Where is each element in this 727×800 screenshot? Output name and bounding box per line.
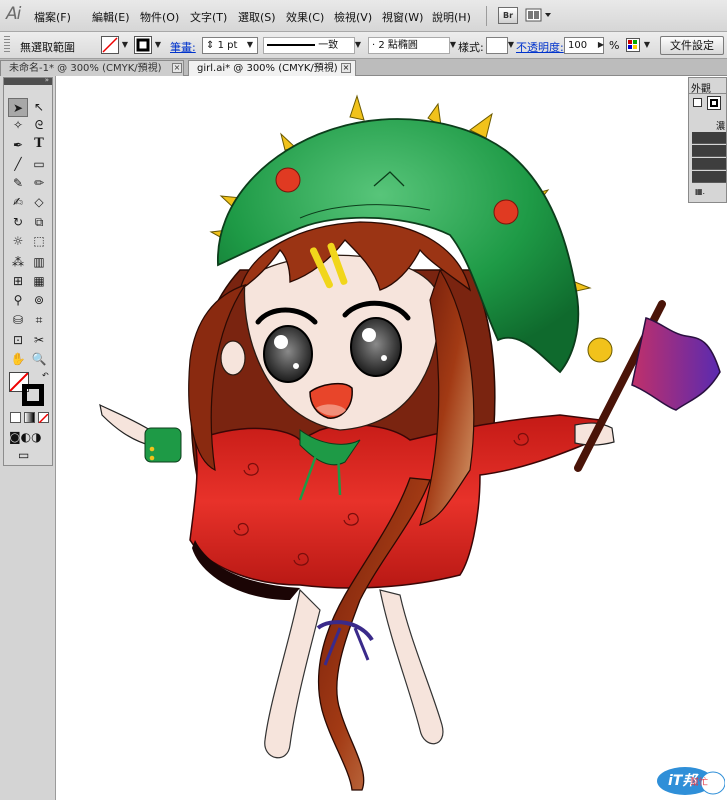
appearance-opacity-label: 濃 [716, 122, 726, 132]
stroke-swatch[interactable] [134, 36, 152, 54]
opacity-arrow-icon[interactable]: ▶ [596, 36, 606, 54]
app-logo: Ai [6, 4, 21, 24]
gradient-tool-icon[interactable]: ▦ [29, 272, 49, 291]
live-paint-bucket-tool-icon[interactable]: ⛁ [8, 311, 28, 330]
brush-dropdown-icon[interactable]: ▼ [448, 36, 458, 54]
eyedropper-tool-icon[interactable]: ⚲ [8, 291, 28, 310]
warp-tool-icon[interactable]: ☼ [8, 232, 28, 251]
appearance-row[interactable] [692, 145, 726, 157]
symbol-sprayer-tool-icon[interactable]: ⁂ [8, 253, 28, 272]
opacity-label[interactable]: 不透明度: [516, 39, 564, 55]
appearance-fill-icon[interactable] [693, 98, 702, 107]
appearance-row[interactable] [692, 158, 726, 170]
stroke-dropdown-icon[interactable]: ▼ [153, 36, 163, 54]
illustrator-window: Ai 檔案(F) 編輯(E) 物件(O) 文字(T) 選取(S) 效果(C) 檢… [0, 0, 727, 800]
stroke-weight-dropdown-icon[interactable]: ▼ [245, 36, 255, 54]
menu-file[interactable]: 檔案(F) [34, 9, 71, 25]
hand-tool-icon[interactable]: ✋ [8, 350, 28, 369]
none-mode-icon[interactable] [38, 412, 49, 424]
zoom-tool-icon[interactable]: 🔍 [29, 350, 49, 369]
menu-view[interactable]: 檢視(V) [334, 9, 372, 25]
pen-tool-icon[interactable]: ✒ [8, 136, 28, 155]
stroke-color-box[interactable] [22, 384, 44, 406]
appearance-footer-icon[interactable]: ▦. [695, 187, 705, 196]
slice-tool-icon[interactable]: ✂ [29, 331, 49, 350]
swap-fill-stroke-icon[interactable]: ↶ [42, 371, 49, 380]
column-graph-tool-icon[interactable]: ▥ [29, 253, 49, 272]
scale-tool-icon[interactable]: ⧉ [29, 213, 49, 232]
document-tab-bar: 未命名-1* @ 300% (CMYK/預視) × girl.ai* @ 300… [0, 59, 727, 76]
none-fill-icon [102, 37, 118, 53]
line-segment-tool-icon[interactable]: ╱ [8, 155, 28, 174]
menu-window[interactable]: 視窗(W) [382, 9, 423, 25]
blob-brush-tool-icon[interactable]: ✍ [8, 193, 28, 212]
blend-tool-icon[interactable]: ⊚ [29, 291, 49, 310]
tools-panel-header[interactable]: » [4, 76, 52, 85]
selection-status: 無選取範圍 [20, 41, 75, 54]
drawing-modes-icon[interactable]: ◙◐◑ [9, 430, 49, 444]
fill-swatch[interactable] [101, 36, 119, 54]
menu-help[interactable]: 說明(H) [432, 9, 471, 25]
direct-selection-tool-icon[interactable]: ↖ [29, 98, 49, 117]
stroke-weight-label[interactable]: 筆畫: [170, 39, 196, 55]
stroke-color-icon [136, 38, 150, 52]
stroke-profile-line [267, 44, 315, 46]
collapse-arrows-icon[interactable]: » [45, 76, 49, 84]
close-icon[interactable]: × [341, 63, 351, 73]
artboard-canvas[interactable] [57, 77, 727, 800]
menu-separator [486, 6, 487, 26]
bridge-button[interactable]: Br [498, 7, 518, 24]
graphic-style-dropdown-icon[interactable]: ▼ [506, 36, 516, 54]
mesh-tool-icon[interactable]: ⊞ [8, 272, 28, 291]
live-paint-selection-tool-icon[interactable]: ⌗ [29, 311, 49, 330]
menu-type[interactable]: 文字(T) [190, 9, 227, 25]
gradient-mode-icon[interactable] [24, 412, 35, 423]
panel-divider [689, 93, 727, 94]
color-mode-icon[interactable] [10, 412, 21, 423]
opacity-unit: % [609, 39, 620, 52]
lasso-tool-icon[interactable]: ᘓ [29, 116, 49, 135]
style-label: 樣式: [458, 41, 484, 54]
menu-object[interactable]: 物件(O) [140, 9, 179, 25]
rotate-tool-icon[interactable]: ↻ [8, 213, 28, 232]
tools-panel: » ➤ ↖ ✧ ᘓ ✒ T ╱ ▭ ✎ ✏ ✍ ◇ ↻ ⧉ ☼ ⬚ ⁂ ▥ ⊞ … [3, 76, 53, 466]
magic-wand-tool-icon[interactable]: ✧ [8, 116, 28, 135]
tab-girl-ai[interactable]: girl.ai* @ 300% (CMYK/預視) × [188, 60, 356, 76]
watermark-sub: 幫忙 [690, 778, 709, 788]
free-transform-tool-icon[interactable]: ⬚ [29, 232, 49, 251]
appearance-panel: 外觀 濃 ▦. [688, 77, 727, 203]
document-setup-button[interactable]: 文件設定 [660, 36, 724, 55]
menu-effect[interactable]: 效果(C) [286, 9, 324, 25]
screen-mode-icon[interactable]: ▭ [18, 448, 38, 462]
stepper-icon[interactable]: ⇕ [206, 40, 218, 51]
pencil-tool-icon[interactable]: ✏ [29, 174, 49, 193]
rectangle-tool-icon[interactable]: ▭ [29, 155, 49, 174]
fill-dropdown-icon[interactable]: ▼ [120, 36, 130, 54]
tab-untitled[interactable]: 未命名-1* @ 300% (CMYK/預視) × [0, 60, 184, 76]
arrange-documents-button[interactable] [524, 7, 554, 24]
control-bar: 無選取範圍 ▼ ▼ 筆畫: ⇕ 1 pt ▼ 一致 ▼ · 2 點橢圓 ▼ 樣式… [0, 32, 727, 59]
paintbrush-tool-icon[interactable]: ✎ [8, 174, 28, 193]
selection-tool-icon[interactable]: ➤ [8, 98, 28, 117]
artboard-tool-icon[interactable]: ⊡ [8, 331, 28, 350]
recolor-artwork-icon[interactable] [626, 38, 640, 52]
type-tool-icon[interactable]: T [29, 136, 49, 155]
close-icon[interactable]: × [172, 63, 182, 73]
graphic-style-field[interactable] [486, 37, 508, 54]
brush-definition-field[interactable]: · 2 點橢圓 [368, 37, 450, 54]
stroke-profile-field[interactable]: 一致 [263, 37, 355, 54]
appearance-row[interactable] [692, 132, 726, 144]
recolor-dropdown-icon[interactable]: ▼ [642, 36, 652, 54]
stroke-profile-dropdown-icon[interactable]: ▼ [353, 36, 363, 54]
appearance-row[interactable] [692, 171, 726, 183]
arrange-documents-icon [525, 8, 551, 22]
menu-select[interactable]: 選取(S) [238, 9, 276, 25]
appearance-stroke-icon[interactable] [707, 96, 721, 110]
menu-bar: Ai 檔案(F) 編輯(E) 物件(O) 文字(T) 選取(S) 效果(C) 檢… [0, 0, 727, 32]
eraser-tool-icon[interactable]: ◇ [29, 193, 49, 212]
girl-illustration [99, 94, 721, 791]
menu-edit[interactable]: 編輯(E) [92, 9, 130, 25]
control-bar-grip[interactable] [4, 36, 10, 54]
